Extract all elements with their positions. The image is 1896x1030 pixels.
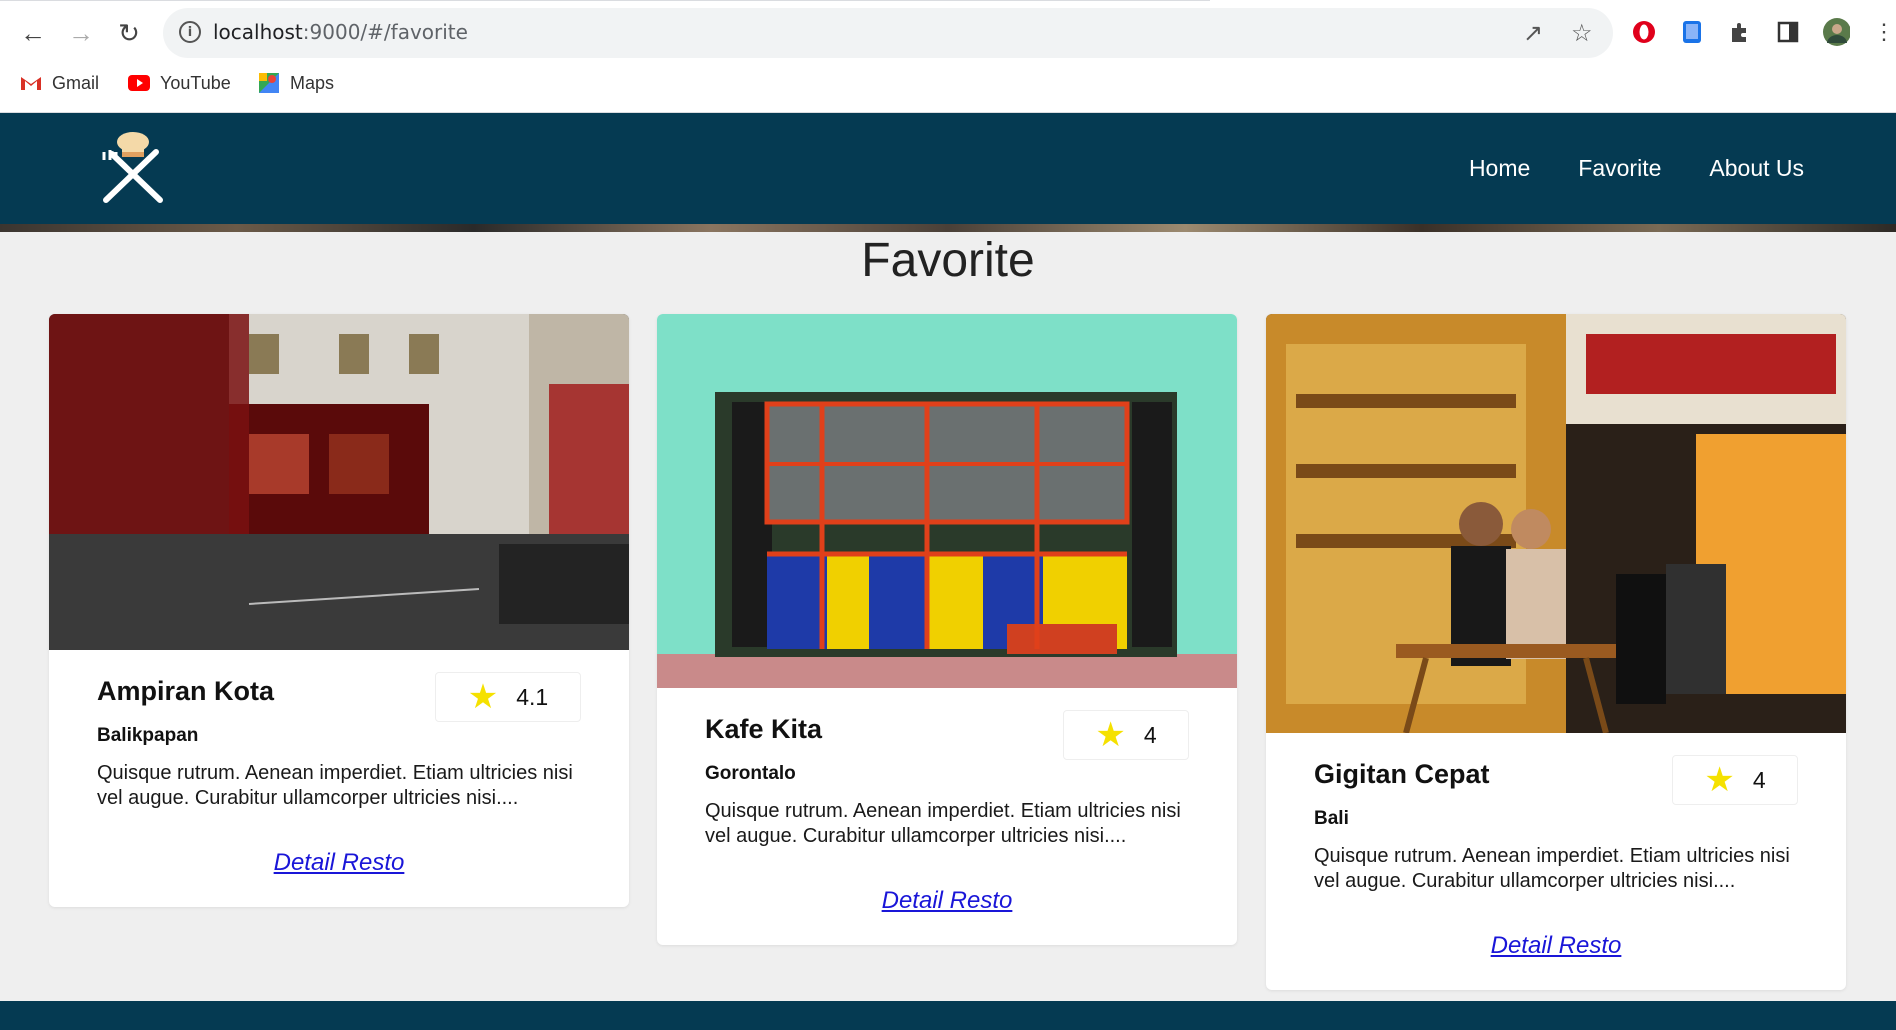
card-body: ★ 4 Gigitan Cepat Bali Quisque rutrum. A… [1266,733,1846,990]
translate-extension-icon[interactable] [1678,18,1706,46]
detail-resto-link[interactable]: Detail Resto [97,849,581,877]
share-icon[interactable]: ↗ [1523,19,1543,48]
gmail-icon [20,72,42,94]
restaurant-description: Quisque rutrum. Aenean imperdiet. Etiam … [1314,845,1790,892]
restaurant-description: Quisque rutrum. Aenean imperdiet. Etiam … [97,762,573,809]
forward-icon[interactable]: → [62,14,100,52]
restaurant-city: Balikpapan [97,725,199,746]
restaurant-card: ★ 4.1 Ampiran Kota Balikpapan Quisque ru… [49,314,629,907]
restaurant-city: Bali [1314,808,1349,829]
rating-value: 4 [1143,721,1157,748]
site-footer [0,1001,1896,1030]
address-bar[interactable]: i localhost:9000/#/favorite ↗ ☆ [163,8,1613,58]
main-nav: Home Favorite About Us [1469,155,1804,182]
bookmark-star-icon[interactable]: ☆ [1571,19,1593,48]
bookmark-label: Gmail [52,72,100,93]
restaurant-logo-icon[interactable] [98,130,168,205]
url-text[interactable]: localhost:9000/#/favorite [213,20,468,44]
restaurant-card: ★ 4 Kafe Kita Gorontalo Quisque rutrum. … [657,314,1237,945]
site-info-icon[interactable]: i [179,21,201,43]
restaurant-image [49,314,629,650]
rating-badge: ★ 4 [1063,710,1189,760]
back-icon[interactable]: ← [14,14,52,52]
card-body: ★ 4.1 Ampiran Kota Balikpapan Quisque ru… [49,650,629,907]
rating-badge: ★ 4 [1672,755,1798,805]
maps-icon [258,72,280,94]
rating-badge: ★ 4.1 [435,672,581,722]
restaurant-image [1266,314,1846,733]
star-icon: ★ [467,678,499,716]
detail-resto-link[interactable]: Detail Resto [1314,932,1798,960]
bookmark-gmail[interactable]: Gmail [20,72,99,94]
nav-about-us[interactable]: About Us [1709,155,1804,182]
side-panel-icon[interactable] [1774,18,1802,46]
nav-home[interactable]: Home [1469,155,1530,182]
bookmark-maps[interactable]: Maps [258,72,334,94]
page-title: Favorite [861,234,1035,287]
star-icon: ★ [1704,761,1735,799]
star-icon: ★ [1095,716,1126,754]
restaurant-city: Gorontalo [705,763,796,784]
reload-icon[interactable]: ↻ [110,14,148,52]
hero-image-strip [0,224,1896,232]
tab-strip-line [0,0,1210,1]
extensions-puzzle-icon[interactable] [1726,18,1754,46]
card-body: ★ 4 Kafe Kita Gorontalo Quisque rutrum. … [657,688,1237,945]
restaurant-description: Quisque rutrum. Aenean imperdiet. Etiam … [705,800,1181,847]
opera-extension-icon[interactable] [1630,18,1658,46]
bookmark-label: Maps [290,72,335,93]
restaurant-card: ★ 4 Gigitan Cepat Bali Quisque rutrum. A… [1266,314,1846,990]
restaurant-image [657,314,1237,688]
nav-favorite[interactable]: Favorite [1578,155,1661,182]
youtube-icon [128,72,150,94]
profile-avatar[interactable] [1822,18,1850,46]
browser-menu-icon[interactable]: ⋮ [1870,18,1896,46]
browser-chrome: ← → ↻ i localhost:9000/#/favorite ↗ ☆ ⋮ … [0,0,1896,113]
bookmark-label: YouTube [160,72,231,93]
rating-value: 4.1 [516,683,549,710]
detail-resto-link[interactable]: Detail Resto [705,887,1189,915]
bookmark-youtube[interactable]: YouTube [128,72,231,94]
rating-value: 4 [1752,766,1766,793]
bookmarks-bar: Gmail YouTube Maps [0,70,1896,100]
